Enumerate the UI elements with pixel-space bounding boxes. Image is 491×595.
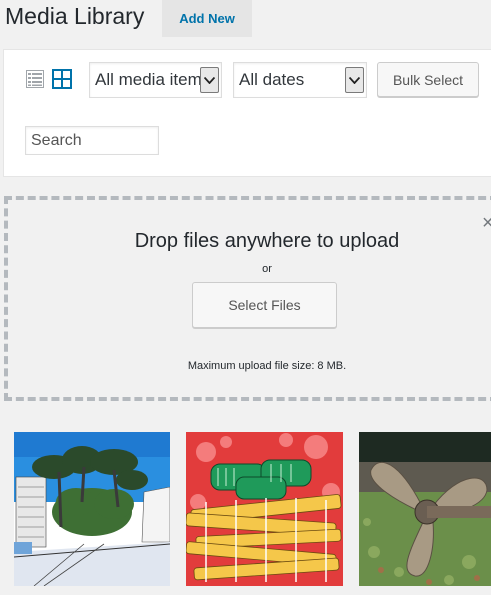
upload-dropzone[interactable]: Drop files anywhere to upload or Select …	[4, 196, 491, 401]
or-label: or	[262, 263, 272, 275]
close-icon[interactable]: ×	[482, 212, 491, 234]
attachment-thumbnail[interactable]	[14, 432, 170, 586]
max-upload-size: Maximum upload file size: 8 MB.	[187, 360, 347, 372]
chevron-down-icon[interactable]	[200, 67, 219, 93]
list-view-icon[interactable]	[26, 70, 44, 88]
media-toolbar: All media items All dates Bulk Select	[3, 49, 491, 177]
bulk-select-button[interactable]: Bulk Select	[377, 62, 479, 97]
search-input[interactable]	[25, 126, 159, 155]
grid-view-icon[interactable]	[52, 69, 72, 89]
upload-instructions: Drop files anywhere to upload	[134, 230, 400, 252]
attachment-thumbnail[interactable]	[186, 432, 343, 586]
media-type-filter-value: All media items	[95, 70, 211, 89]
chevron-down-icon[interactable]	[345, 67, 364, 93]
attachment-thumbnail[interactable]	[359, 432, 491, 586]
add-new-button[interactable]: Add New	[162, 0, 252, 37]
media-type-filter[interactable]: All media items	[89, 62, 222, 98]
page-title: Media Library	[5, 3, 145, 29]
date-filter[interactable]: All dates	[233, 62, 367, 98]
select-files-button[interactable]: Select Files	[192, 282, 337, 328]
date-filter-value: All dates	[239, 70, 305, 89]
